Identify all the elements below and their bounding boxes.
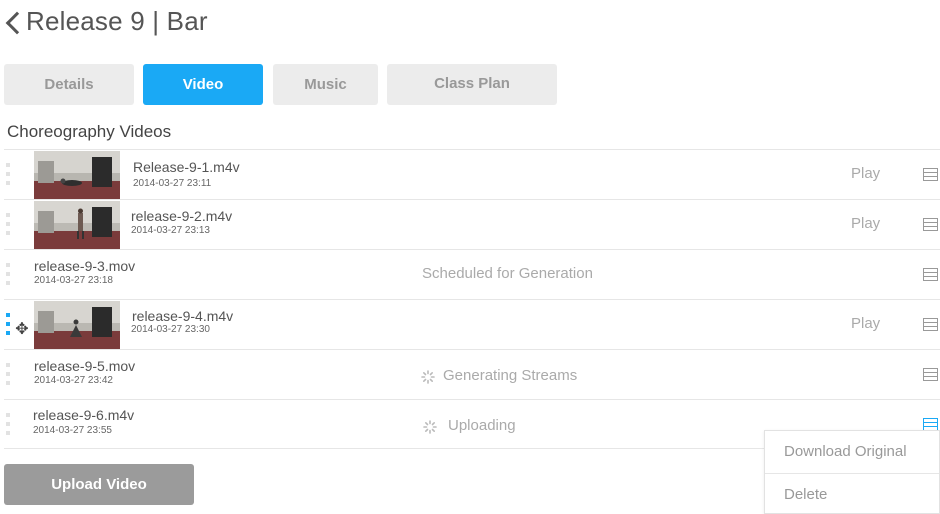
video-row[interactable]: release-9-2.m4v 2014-03-27 23:13 Play bbox=[4, 199, 940, 249]
video-file-name: Release-9-1.m4v bbox=[133, 159, 240, 175]
video-list: Release-9-1.m4v 2014-03-27 23:11 Play re… bbox=[4, 149, 940, 449]
drag-handle-icon[interactable] bbox=[6, 163, 10, 187]
video-status: Scheduled for Generation bbox=[422, 265, 593, 282]
drag-handle-icon[interactable] bbox=[6, 263, 10, 287]
menu-item-delete[interactable]: Delete bbox=[765, 473, 939, 514]
video-thumbnail[interactable] bbox=[34, 151, 120, 199]
loading-spinner-icon bbox=[423, 420, 437, 434]
row-menu-icon[interactable] bbox=[923, 218, 938, 231]
tab-class-plan[interactable]: Class Plan bbox=[387, 64, 557, 105]
section-title: Choreography Videos bbox=[7, 122, 172, 141]
video-status: Generating Streams bbox=[443, 367, 578, 384]
video-date: 2014-03-27 23:30 bbox=[131, 324, 210, 335]
drag-handle-icon[interactable] bbox=[6, 413, 10, 437]
play-link[interactable]: Play bbox=[851, 315, 880, 332]
video-file-name: release-9-6.m4v bbox=[33, 407, 135, 423]
tab-music[interactable]: Music bbox=[273, 64, 378, 105]
tab-details[interactable]: Details bbox=[4, 64, 134, 105]
drag-handle-icon[interactable] bbox=[6, 363, 10, 387]
video-row[interactable]: release-9-5.mov 2014-03-27 23:42 Generat… bbox=[4, 349, 940, 399]
video-file-name: release-9-5.mov bbox=[34, 358, 136, 374]
video-status: Uploading bbox=[448, 417, 516, 434]
video-row[interactable]: ✥ release-9-4.m4v 2014-03-27 23:30 Play bbox=[4, 299, 940, 349]
video-thumbnail[interactable] bbox=[34, 201, 120, 249]
drag-handle-icon[interactable] bbox=[6, 213, 10, 237]
video-file-name: release-9-3.mov bbox=[34, 258, 136, 274]
page-title: Release 9 | Bar bbox=[26, 5, 208, 36]
video-file-name: release-9-2.m4v bbox=[131, 208, 233, 224]
upload-video-button[interactable]: Upload Video bbox=[4, 464, 194, 505]
tab-video[interactable]: Video bbox=[143, 64, 263, 105]
row-menu-icon[interactable] bbox=[923, 268, 938, 281]
drag-handle-icon[interactable] bbox=[6, 313, 10, 337]
move-cursor-icon: ✥ bbox=[15, 321, 29, 338]
video-file-name: release-9-4.m4v bbox=[132, 308, 234, 324]
page-header: Release 9 | Bar bbox=[4, 4, 208, 38]
row-menu-icon[interactable] bbox=[923, 168, 938, 181]
row-context-menu: Download Original Delete bbox=[764, 430, 940, 514]
video-date: 2014-03-27 23:55 bbox=[33, 425, 112, 436]
video-row[interactable]: Release-9-1.m4v 2014-03-27 23:11 Play bbox=[4, 149, 940, 199]
video-date: 2014-03-27 23:18 bbox=[34, 275, 113, 286]
video-date: 2014-03-27 23:42 bbox=[34, 375, 113, 386]
row-menu-icon[interactable] bbox=[923, 318, 938, 331]
loading-spinner-icon bbox=[421, 370, 435, 384]
play-link[interactable]: Play bbox=[851, 165, 880, 182]
video-date: 2014-03-27 23:13 bbox=[131, 225, 210, 236]
video-date: 2014-03-27 23:11 bbox=[133, 178, 212, 189]
video-thumbnail[interactable] bbox=[34, 301, 120, 349]
menu-item-download-original[interactable]: Download Original bbox=[765, 431, 939, 472]
play-link[interactable]: Play bbox=[851, 215, 880, 232]
row-menu-icon[interactable] bbox=[923, 368, 938, 381]
back-chevron-icon[interactable] bbox=[4, 6, 22, 36]
video-row[interactable]: release-9-3.mov 2014-03-27 23:18 Schedul… bbox=[4, 249, 940, 299]
